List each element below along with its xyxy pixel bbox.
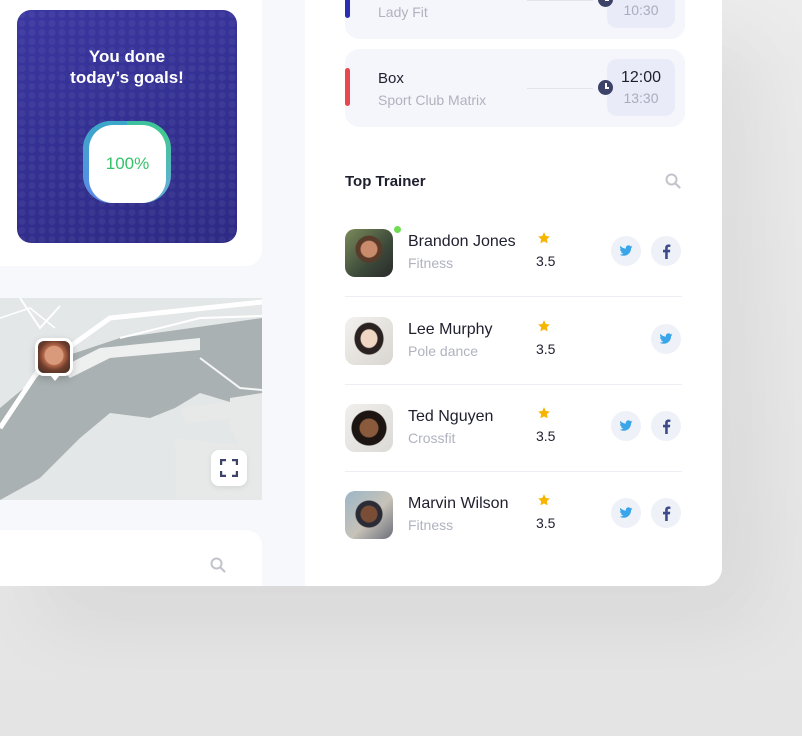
trainer-specialty: Fitness xyxy=(408,255,454,271)
class-club: Sport Club Matrix xyxy=(378,92,487,108)
trainer-row[interactable]: Marvin Wilson Fitness 3.5 xyxy=(345,472,682,559)
user-pin-icon xyxy=(38,341,70,373)
facebook-icon xyxy=(662,505,670,521)
trainer-avatar[interactable] xyxy=(345,229,393,277)
trainer-avatar[interactable] xyxy=(345,404,393,452)
top-trainer-title: Top Trainer xyxy=(345,173,426,190)
trainer-row[interactable]: Lee Murphy Pole dance 3.5 xyxy=(345,298,682,385)
facebook-icon xyxy=(662,243,670,259)
map-user-pin[interactable] xyxy=(35,338,73,381)
clock-icon xyxy=(598,80,613,95)
twitter-icon xyxy=(659,333,673,344)
twitter-icon xyxy=(619,245,633,256)
star-icon xyxy=(538,407,550,419)
trainer-rating: 3.5 xyxy=(536,253,556,269)
class-club: Lady Fit xyxy=(378,4,428,20)
facebook-button[interactable] xyxy=(651,498,681,528)
goal-progress-value: 100% xyxy=(89,125,166,203)
row-divider xyxy=(345,296,682,297)
goals-title: You done today’s goals! xyxy=(70,47,184,87)
goals-panel: You done today’s goals! 100% xyxy=(0,0,262,266)
search-icon[interactable] xyxy=(665,173,681,189)
twitter-button[interactable] xyxy=(611,411,641,441)
online-status-dot xyxy=(393,225,402,234)
class-color-bar xyxy=(345,0,350,18)
trainer-name[interactable]: Ted Nguyen xyxy=(408,408,493,426)
twitter-button[interactable] xyxy=(651,324,681,354)
map-expand-button[interactable] xyxy=(211,450,247,486)
class-name: Box xyxy=(378,70,404,87)
facebook-icon xyxy=(662,418,670,434)
class-card[interactable]: Box Sport Club Matrix 12:00 13:30 xyxy=(345,49,685,127)
goals-card: You done today’s goals! 100% xyxy=(17,10,237,243)
trainer-specialty: Fitness xyxy=(408,517,454,533)
twitter-icon xyxy=(619,507,633,518)
trainer-name[interactable]: Brandon Jones xyxy=(408,233,516,251)
twitter-icon xyxy=(619,420,633,431)
right-column: Lady Fit 10:30 Box Sport Club Matrix 12:… xyxy=(305,0,722,586)
trainer-specialty: Crossfit xyxy=(408,430,456,446)
app-window: You done today’s goals! 100% Lady Fit 10… xyxy=(0,0,722,586)
trainer-name[interactable]: Lee Murphy xyxy=(408,321,493,339)
class-start-time: 12:00 xyxy=(620,69,662,86)
class-divider-line xyxy=(527,88,593,89)
star-icon xyxy=(538,494,550,506)
trainer-avatar[interactable] xyxy=(345,491,393,539)
trainer-rating: 3.5 xyxy=(536,428,556,444)
trainer-rating: 3.5 xyxy=(536,515,556,531)
trainer-rating: 3.5 xyxy=(536,341,556,357)
class-end-time: 13:30 xyxy=(623,90,659,106)
class-end-time: 10:30 xyxy=(623,2,659,18)
star-icon xyxy=(538,320,550,332)
facebook-button[interactable] xyxy=(651,411,681,441)
trainer-row[interactable]: Brandon Jones Fitness 3.5 xyxy=(345,210,682,297)
facebook-button[interactable] xyxy=(651,236,681,266)
twitter-button[interactable] xyxy=(611,236,641,266)
bottom-search-card xyxy=(0,530,262,586)
class-card[interactable]: Lady Fit 10:30 xyxy=(345,0,685,39)
trainer-specialty: Pole dance xyxy=(408,343,479,359)
search-icon[interactable] xyxy=(210,557,226,573)
twitter-button[interactable] xyxy=(611,498,641,528)
expand-icon xyxy=(220,459,238,477)
class-divider-line xyxy=(527,0,593,1)
trainer-avatar[interactable] xyxy=(345,317,393,365)
trainer-name[interactable]: Marvin Wilson xyxy=(408,495,508,513)
star-icon xyxy=(538,232,550,244)
class-time: 10:30 xyxy=(607,0,675,28)
trainer-row[interactable]: Ted Nguyen Crossfit 3.5 xyxy=(345,385,682,472)
class-time: 12:00 13:30 xyxy=(607,59,675,116)
left-column: You done today’s goals! 100% xyxy=(0,0,305,586)
class-color-bar xyxy=(345,68,350,106)
